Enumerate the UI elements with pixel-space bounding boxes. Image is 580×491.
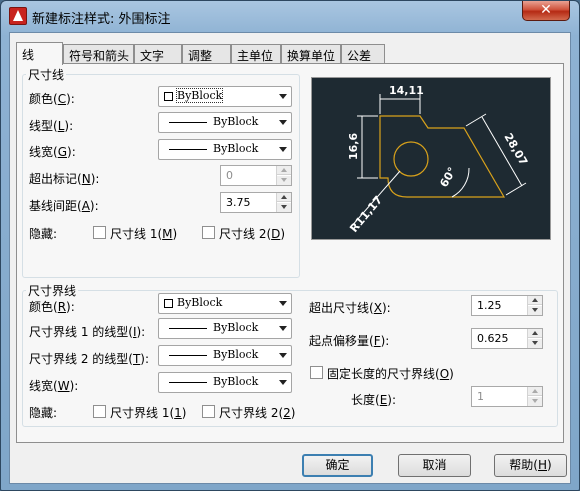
spinner-buttons[interactable] (527, 387, 542, 406)
line-sample (169, 328, 207, 329)
ext-color-label: 颜色(R): (29, 300, 75, 314)
tab-text[interactable]: 文字 (134, 44, 182, 64)
spinner-buttons[interactable] (276, 166, 291, 185)
dim-suppress-label: 隐藏: (29, 227, 58, 241)
length-label: 长度(E): (351, 393, 397, 407)
dropdown-arrow-icon (279, 147, 287, 152)
suppress-dim-line1-checkbox[interactable] (93, 226, 106, 239)
autocad-logo-icon (9, 7, 27, 25)
fixed-length-checkbox[interactable] (310, 366, 323, 379)
tab-primary-units[interactable]: 主单位 (231, 44, 281, 64)
dim-color-select[interactable]: ByBlock (158, 86, 292, 107)
spinner-buttons[interactable] (527, 329, 542, 348)
tab-alternate-units[interactable]: 换算单位 (281, 44, 341, 64)
ext-color-select[interactable]: ByBlock (158, 293, 292, 314)
dialog-client: 线 符号和箭头 文字 调整 主单位 换算单位 公差 尺寸线 颜色(C): ByB… (9, 32, 571, 484)
suppress-ext-line1-label[interactable]: 尺寸界线 1(1) (110, 404, 186, 421)
preview-dim-angle: 60° (437, 165, 459, 190)
extend-beyond-spinner[interactable]: 1.25 (471, 295, 543, 316)
ext-linetype1-select[interactable]: ByBlock (158, 318, 292, 339)
preview-drawing: 14,11 16,6 28,07 60° R11,17 (347, 84, 530, 235)
dropdown-arrow-icon (279, 94, 287, 99)
suppress-dim-line1-label[interactable]: 尺寸线 1(M) (110, 225, 177, 242)
ext-lineweight-label: 线宽(W): (29, 379, 79, 393)
dialog-window: 新建标注样式: 外围标注 ✕ 线 符号和箭头 文字 调整 主单位 换算单位 公差… (0, 0, 580, 491)
color-swatch-icon (164, 92, 173, 101)
suppress-ext-line2-checkbox[interactable] (202, 405, 215, 418)
dropdown-arrow-icon (279, 380, 287, 385)
tab-lines[interactable]: 线 (16, 42, 63, 65)
dim-linetype-select[interactable]: ByBlock (158, 112, 292, 133)
dim-color-label: 颜色(C): (29, 92, 75, 106)
preview-dim-radius: R11,17 (347, 193, 385, 234)
color-swatch-icon (164, 299, 173, 308)
dimension-preview: 14,11 16,6 28,07 60° R11,17 (311, 77, 551, 240)
length-spinner[interactable]: 1 (471, 386, 543, 407)
preview-dim-right: 28,07 (501, 131, 530, 168)
extend-beyond-label: 超出尺寸线(X): (309, 301, 391, 315)
extend-ticks-label: 超出标记(N): (29, 172, 100, 186)
ok-button[interactable]: 确定 (302, 454, 373, 477)
close-button[interactable]: ✕ (522, 1, 570, 21)
ext-suppress-label: 隐藏: (29, 406, 58, 420)
cancel-button[interactable]: 取消 (398, 454, 471, 477)
suppress-ext-line2-label[interactable]: 尺寸界线 2(2) (219, 404, 295, 421)
baseline-spacing-spinner[interactable]: 3.75 (220, 192, 292, 213)
ext-lines-legend: 尺寸界线 (28, 284, 77, 298)
ext-linetype2-label: 尺寸界线 2 的线型(T): (29, 352, 150, 366)
fixed-length-label[interactable]: 固定长度的尺寸界线(O) (327, 365, 454, 382)
dropdown-arrow-icon (279, 301, 287, 306)
tab-fit[interactable]: 调整 (182, 44, 231, 64)
suppress-dim-line2-checkbox[interactable] (202, 226, 215, 239)
tab-tolerances[interactable]: 公差 (341, 44, 385, 64)
tab-page-lines: 尺寸线 颜色(C): ByBlock 线型(L): ByBlock 线宽(G):… (16, 63, 564, 443)
preview-dim-top: 14,11 (389, 84, 424, 97)
dropdown-arrow-icon (279, 326, 287, 331)
spinner-buttons[interactable] (276, 193, 291, 212)
help-button[interactable]: 帮助(H) (494, 454, 567, 477)
line-sample (169, 382, 207, 383)
dropdown-arrow-icon (279, 120, 287, 125)
line-sample (169, 122, 207, 123)
preview-dim-left: 16,6 (347, 133, 360, 160)
suppress-ext-line1-checkbox[interactable] (93, 405, 106, 418)
ext-linetype1-label: 尺寸界线 1 的线型(I): (29, 325, 146, 339)
ext-linetype2-select[interactable]: ByBlock (158, 345, 292, 366)
title-bar[interactable]: 新建标注样式: 外围标注 ✕ (1, 1, 579, 31)
ext-lineweight-select[interactable]: ByBlock (158, 372, 292, 393)
baseline-spacing-label: 基线间距(A): (29, 199, 99, 213)
offset-origin-spinner[interactable]: 0.625 (471, 328, 543, 349)
dim-linetype-label: 线型(L): (29, 119, 74, 133)
dim-lineweight-select[interactable]: ByBlock (158, 139, 292, 160)
spinner-buttons[interactable] (527, 296, 542, 315)
window-title: 新建标注样式: 外围标注 (32, 12, 171, 27)
dim-lines-legend: 尺寸线 (28, 68, 65, 82)
offset-origin-label: 起点偏移量(F): (309, 334, 390, 348)
extend-ticks-spinner[interactable]: 0 (220, 165, 292, 186)
tab-symbols-arrows[interactable]: 符号和箭头 (63, 44, 134, 64)
line-sample (169, 149, 207, 150)
line-sample (169, 355, 207, 356)
suppress-dim-line2-label[interactable]: 尺寸线 2(D) (219, 225, 285, 242)
dim-lineweight-label: 线宽(G): (29, 145, 76, 159)
dropdown-arrow-icon (279, 353, 287, 358)
